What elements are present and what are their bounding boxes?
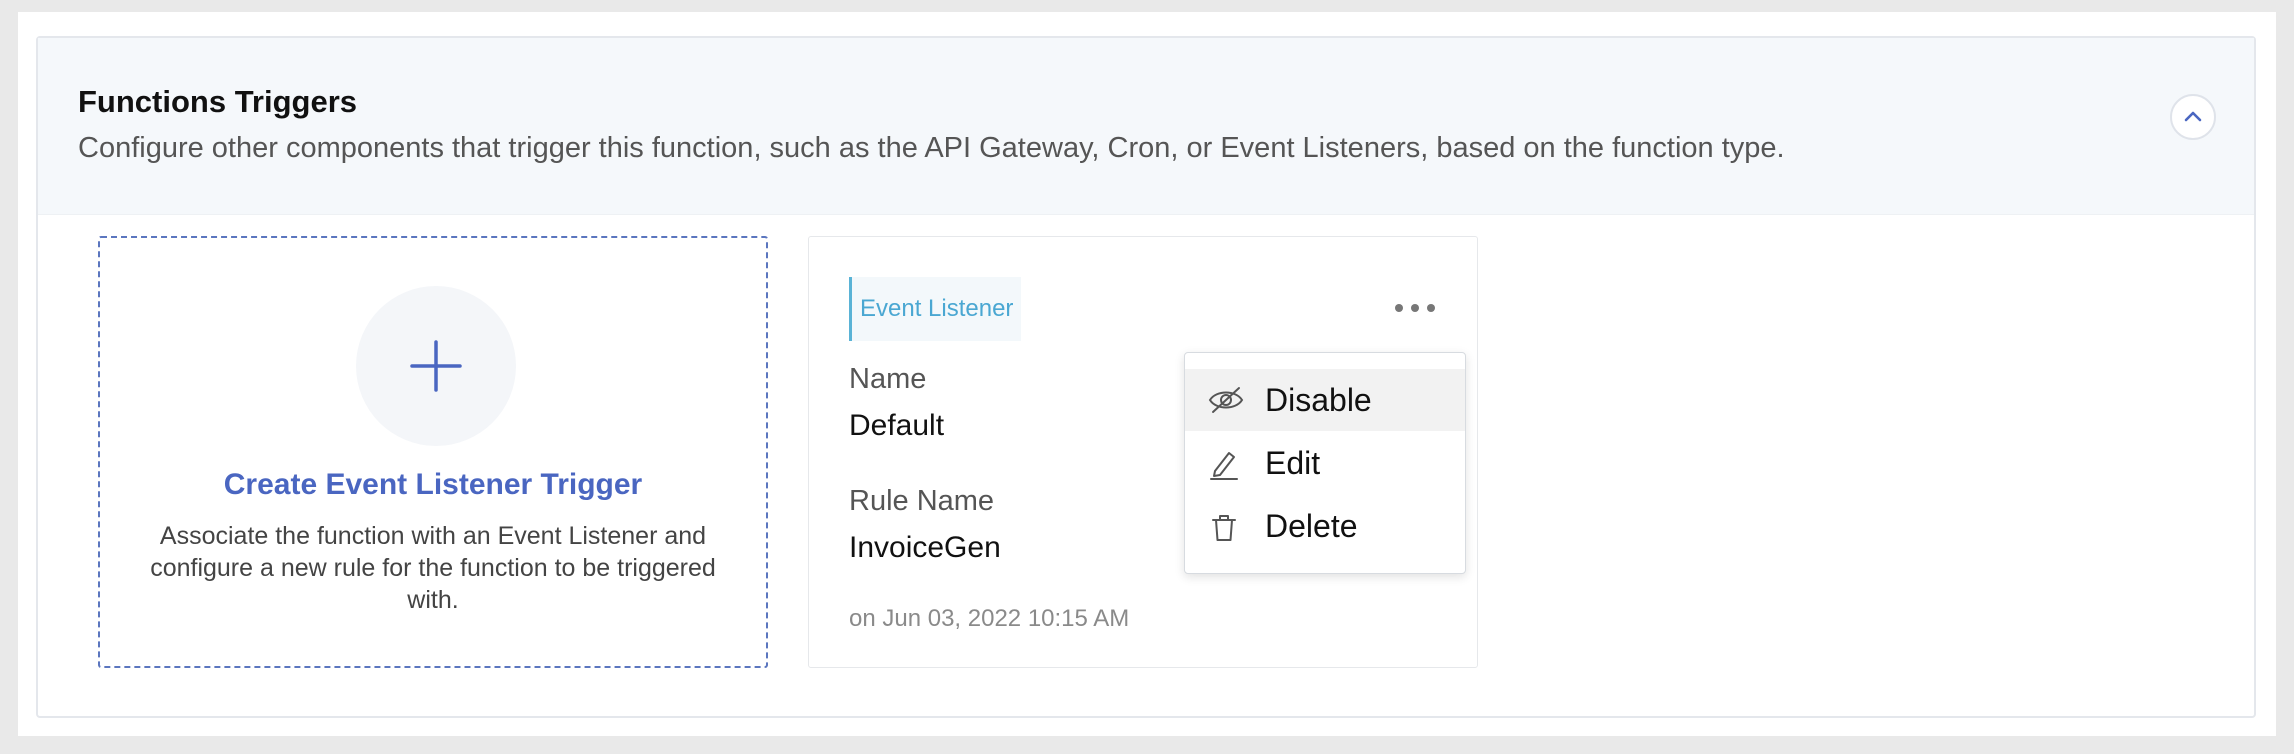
menu-item-disable[interactable]: Disable xyxy=(1185,369,1465,431)
menu-item-label: Edit xyxy=(1265,445,1321,481)
chevron-up-icon xyxy=(2184,111,2202,122)
plus-circle xyxy=(356,286,516,446)
created-timestamp: on Jun 03, 2022 10:15 AM xyxy=(849,605,1130,632)
section-description: Configure other components that trigger … xyxy=(78,132,1785,164)
trigger-context-menu: Disable Edit Delete xyxy=(1184,352,1466,574)
create-event-listener-trigger-card[interactable]: Create Event Listener Trigger Associate … xyxy=(98,236,768,668)
more-options-button[interactable] xyxy=(1393,293,1437,323)
rule-name-label: Rule Name xyxy=(849,485,995,517)
eye-slash-icon xyxy=(1208,387,1244,413)
page-frame: Functions Triggers Configure other compo… xyxy=(18,12,2276,736)
name-label: Name xyxy=(849,363,927,395)
menu-item-edit[interactable]: Edit xyxy=(1185,432,1465,494)
name-value: Default xyxy=(849,409,945,442)
trigger-type-tag: Event Listener xyxy=(849,277,1022,341)
create-trigger-description: Associate the function with an Event Lis… xyxy=(150,522,716,614)
collapse-button[interactable] xyxy=(2170,94,2216,140)
menu-item-label: Disable xyxy=(1265,382,1372,418)
create-trigger-title[interactable]: Create Event Listener Trigger xyxy=(100,468,766,502)
more-horizontal-icon xyxy=(1395,304,1403,312)
panel-header: Functions Triggers Configure other compo… xyxy=(38,38,2254,215)
functions-triggers-panel: Functions Triggers Configure other compo… xyxy=(36,36,2256,718)
pencil-icon xyxy=(1210,452,1238,480)
section-title: Functions Triggers xyxy=(78,84,358,119)
menu-item-label: Delete xyxy=(1265,508,1358,544)
plus-icon xyxy=(410,340,462,392)
rule-name-value: InvoiceGen xyxy=(849,531,1001,564)
menu-item-delete[interactable]: Delete xyxy=(1185,495,1465,557)
trash-icon xyxy=(1212,515,1236,541)
